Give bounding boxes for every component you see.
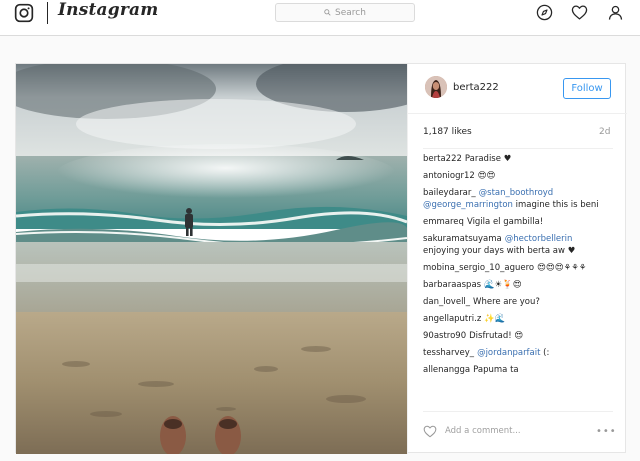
comment-username[interactable]: 90astro90: [423, 331, 466, 341]
brand-wordmark[interactable]: Instagram: [58, 0, 158, 20]
list-item: emmareq Vigila el gambilla!: [423, 216, 623, 228]
add-comment-input[interactable]: Add a comment...: [445, 426, 521, 436]
more-options-button[interactable]: •••: [596, 426, 617, 437]
compass-icon[interactable]: [536, 4, 553, 21]
list-item: sakuramatsuyama @hectorbellerin enjoying …: [423, 233, 623, 257]
list-item: antoniogr12 😍😍: [423, 170, 623, 182]
comments-list: berta222 Paradise ♥ antoniogr12 😍😍 baileyd…: [423, 153, 623, 381]
comment-text: ✨🌊: [484, 314, 506, 324]
list-item: 90astro90 Disfrutad! 😍: [423, 330, 623, 342]
likes-count[interactable]: 1,187 likes: [423, 127, 472, 137]
comment-text: imagine this is beni: [512, 200, 599, 210]
person-icon[interactable]: [607, 4, 624, 21]
post-sidebar: berta222 Follow 1,187 likes 2d berta222 P…: [407, 64, 627, 454]
comment-text: Vigila el gambilla!: [466, 217, 544, 227]
comment-text: (:: [540, 348, 550, 358]
list-item: tessharvey_ @jordanparfait (:: [423, 347, 623, 359]
list-item: angellaputri.z ✨🌊: [423, 313, 623, 325]
comment-mention[interactable]: @stan_boothroyd: [479, 188, 554, 198]
divider: [423, 148, 613, 149]
comment-mention[interactable]: @hectorbellerin: [505, 234, 573, 244]
post-photo[interactable]: [16, 64, 407, 454]
list-item: mobina_sergio_10_aguero 😍😍😍⚘⚘⚘: [423, 262, 623, 274]
top-navigation-bar: Instagram Search: [0, 0, 640, 36]
comment-username[interactable]: antoniogr12: [423, 171, 475, 181]
comment-mention[interactable]: @jordanparfait: [477, 348, 540, 358]
heart-outline-icon[interactable]: [423, 425, 437, 438]
comment-username[interactable]: berta222: [423, 154, 462, 164]
comment-text: Where are you?: [473, 297, 540, 307]
divider: [423, 411, 613, 412]
follow-button[interactable]: Follow: [563, 78, 611, 99]
avatar-image: [425, 76, 447, 98]
instagram-camera-icon[interactable]: [14, 3, 34, 23]
search-input[interactable]: Search: [275, 3, 415, 22]
list-item: baileydarar_ @stan_boothroyd @george_marr…: [423, 187, 623, 211]
comment-username[interactable]: tessharvey_: [423, 348, 474, 358]
comment-username[interactable]: angellaputri.z: [423, 314, 481, 324]
comment-text: enjoying your days with berta aw ♥: [423, 246, 576, 256]
post-age[interactable]: 2d: [599, 127, 610, 137]
heart-icon[interactable]: [571, 4, 588, 21]
post-header: berta222 Follow: [408, 64, 627, 114]
post-author-username[interactable]: berta222: [453, 82, 499, 93]
list-item: barbaraaspas 🌊☀🍹😍: [423, 279, 623, 291]
comment-username[interactable]: dan_lovell_: [423, 297, 470, 307]
comment-text: Paradise ♥: [464, 154, 512, 164]
comment-text: 😍😍: [477, 171, 496, 181]
list-item: berta222 Paradise ♥: [423, 153, 623, 165]
comment-text: Papuma ta: [473, 365, 519, 375]
comment-text: 🌊☀🍹😍: [484, 280, 522, 290]
comment-text: 😍😍😍⚘⚘⚘: [537, 263, 587, 273]
comment-username[interactable]: sakuramatsuyama: [423, 234, 502, 244]
avatar[interactable]: [425, 76, 447, 98]
list-item: dan_lovell_ Where are you?: [423, 296, 623, 308]
beach-photo-image: [16, 64, 407, 454]
comment-username[interactable]: barbaraaspas: [423, 280, 481, 290]
comment-username[interactable]: allenangga: [423, 365, 470, 375]
list-item: allenangga Papuma ta: [423, 364, 623, 376]
comment-text: Disfrutad! 😍: [469, 331, 524, 341]
search-icon: [324, 9, 331, 16]
comment-username[interactable]: mobina_sergio_10_aguero: [423, 263, 534, 273]
comment-username[interactable]: emmareq: [423, 217, 464, 227]
search-placeholder: Search: [335, 7, 366, 18]
comment-mention[interactable]: @george_marrington: [423, 200, 513, 210]
logo-divider: [47, 2, 48, 24]
comment-username[interactable]: baileydarar_: [423, 188, 476, 198]
post-card: berta222 Follow 1,187 likes 2d berta222 P…: [15, 63, 627, 454]
